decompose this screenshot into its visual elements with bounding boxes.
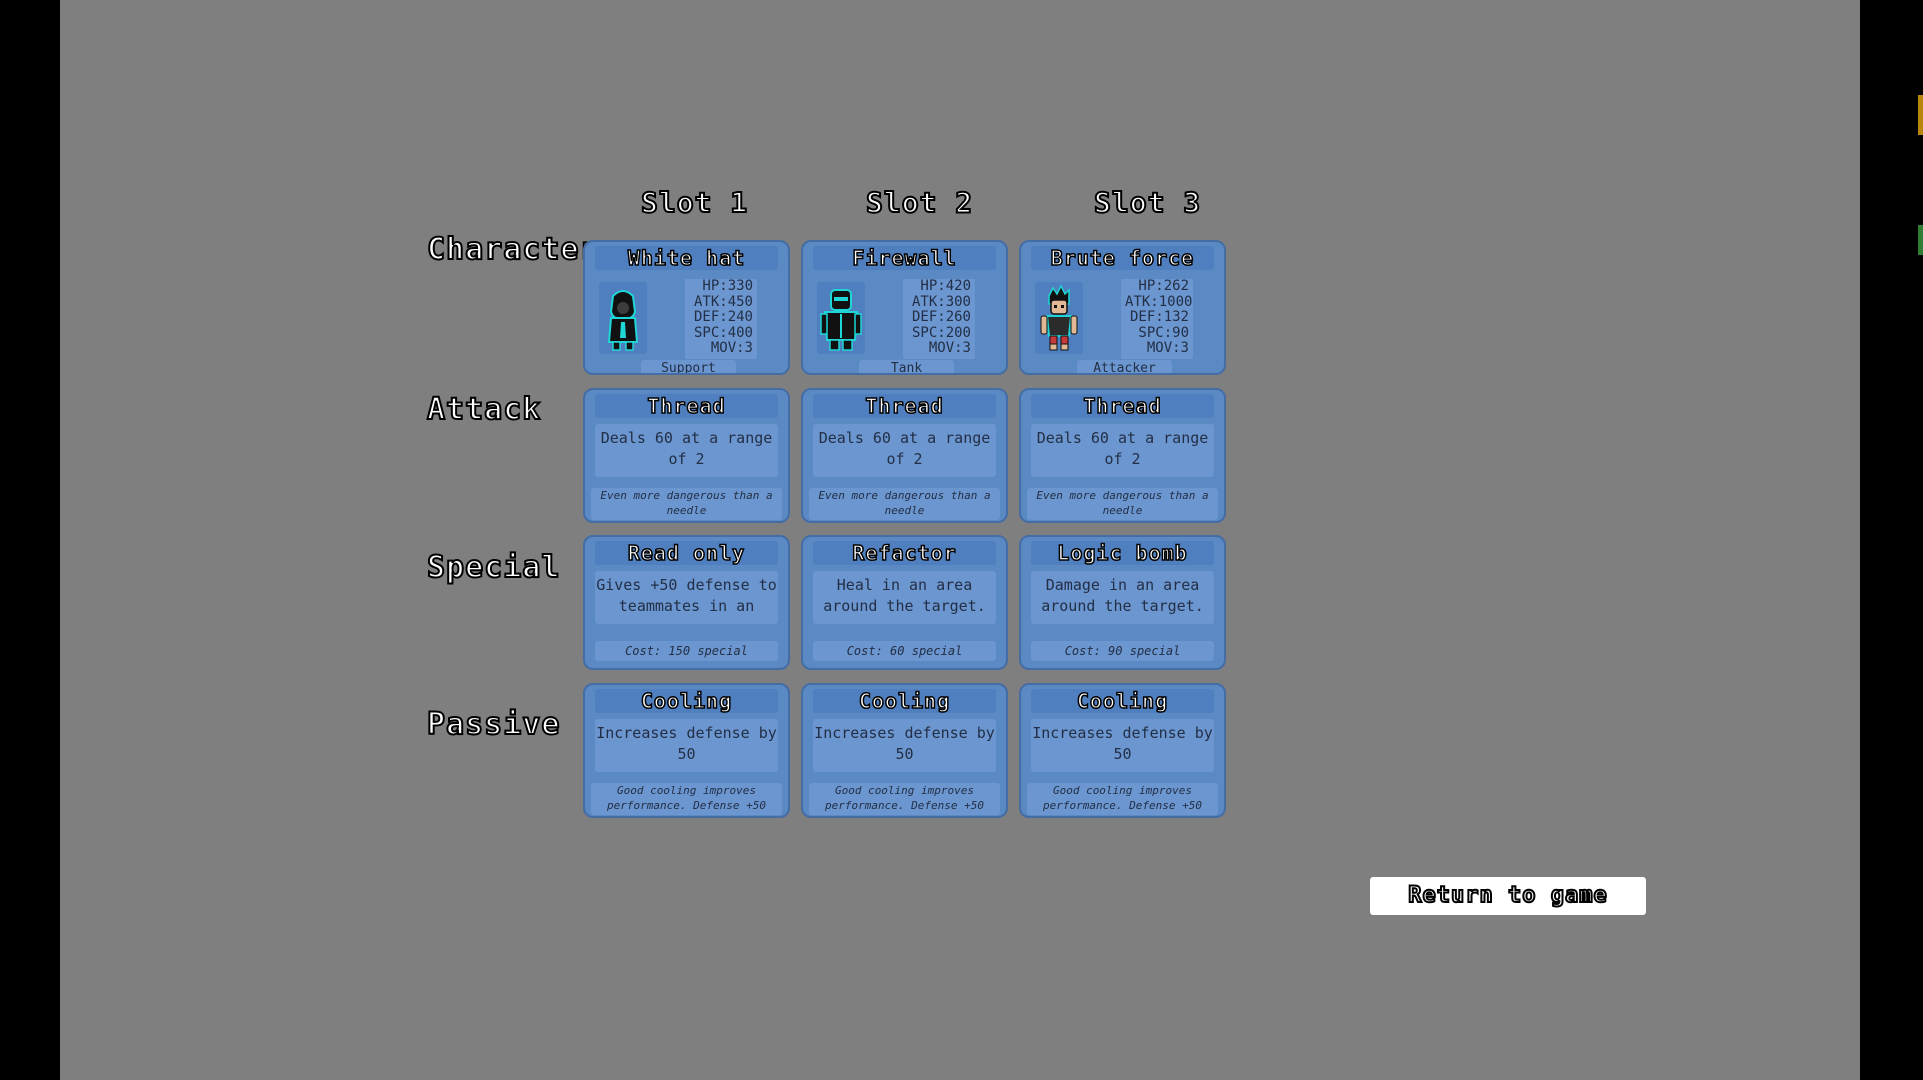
passive-flavor-text: Good cooling improves performance. Defen… <box>809 783 1000 815</box>
passive-card-slot-3[interactable]: Cooling Increases defense by 50 Good coo… <box>1019 683 1226 818</box>
passive-name: Cooling <box>813 688 996 714</box>
row-label-passive: Passive <box>426 706 561 743</box>
special-name: Logic bomb <box>1031 540 1214 566</box>
slot-1-header: Slot 1 <box>640 185 749 220</box>
character-stats: HP:330 ATK:450 DEF:240 SPC:400 MOV:3 <box>685 278 757 359</box>
stat-atk: ATK:1000 <box>1125 293 1193 310</box>
attack-name: Thread <box>1031 393 1214 419</box>
hooded-hacker-icon <box>599 282 647 354</box>
attack-description: Deals 60 at a range of 2 <box>595 424 778 477</box>
passive-card-slot-2[interactable]: Cooling Increases defense by 50 Good coo… <box>801 683 1008 818</box>
special-cost: Cost: 90 special <box>1031 641 1214 661</box>
stat-hp: HP:262 <box>1138 278 1189 294</box>
loadout-screen: Slot 1 Slot 2 Slot 3 Character Attack Sp… <box>60 0 1860 1080</box>
slot-2-header: Slot 2 <box>865 185 974 220</box>
attack-name: Thread <box>595 393 778 419</box>
stat-def: DEF:240 <box>693 309 753 326</box>
slot-3-header: Slot 3 <box>1093 185 1202 220</box>
character-role: Tank <box>859 360 954 373</box>
special-description: Damage in an area around the target. <box>1031 571 1214 624</box>
stat-def: DEF:260 <box>911 309 971 326</box>
passive-description: Increases defense by 50 <box>595 719 778 772</box>
stat-atk: ATK:300 <box>911 293 971 310</box>
attack-card-slot-2[interactable]: Thread Deals 60 at a range of 2 Even mor… <box>801 388 1008 523</box>
armored-tank-icon <box>817 282 865 354</box>
passive-name: Cooling <box>595 688 778 714</box>
character-name: Brute force <box>1031 245 1214 271</box>
character-role: Support <box>641 360 736 373</box>
stat-spc: SPC:200 <box>911 324 971 341</box>
stat-def: DEF:132 <box>1129 309 1189 326</box>
return-to-game-button[interactable]: Return to game <box>1370 877 1646 915</box>
stat-mov: MOV:3 <box>1146 340 1189 357</box>
special-description: Gives +50 defense to teammates in an <box>595 571 778 624</box>
special-cost: Cost: 60 special <box>813 641 996 661</box>
special-card-slot-2[interactable]: Refactor Heal in an area around the targ… <box>801 535 1008 670</box>
attack-flavor-text: Even more dangerous than a needle <box>591 488 782 520</box>
stat-mov: MOV:3 <box>710 340 753 357</box>
character-stats: HP:262 ATK:1000 DEF:132 SPC:90 MOV:3 <box>1121 278 1193 359</box>
attack-name: Thread <box>813 393 996 419</box>
stat-hp: HP:420 <box>920 278 971 294</box>
stat-hp: HP:330 <box>702 278 753 294</box>
attack-card-slot-3[interactable]: Thread Deals 60 at a range of 2 Even mor… <box>1019 388 1226 523</box>
special-cost: Cost: 150 special <box>595 641 778 661</box>
attack-flavor-text: Even more dangerous than a needle <box>1027 488 1218 520</box>
character-card-slot-1[interactable]: White hat HP:330 ATK:450 DEF:240 SPC:400… <box>583 240 790 375</box>
stat-atk: ATK:450 <box>693 293 753 310</box>
passive-description: Increases defense by 50 <box>1031 719 1214 772</box>
character-role: Attacker <box>1077 360 1172 373</box>
character-name: White hat <box>595 245 778 271</box>
row-label-special: Special <box>426 549 561 586</box>
passive-card-slot-1[interactable]: Cooling Increases defense by 50 Good coo… <box>583 683 790 818</box>
attack-flavor-text: Even more dangerous than a needle <box>809 488 1000 520</box>
passive-description: Increases defense by 50 <box>813 719 996 772</box>
special-name: Refactor <box>813 540 996 566</box>
attack-description: Deals 60 at a range of 2 <box>813 424 996 477</box>
row-label-character: Character <box>426 231 599 268</box>
special-card-slot-3[interactable]: Logic bomb Damage in an area around the … <box>1019 535 1226 670</box>
character-name: Firewall <box>813 245 996 271</box>
stat-spc: SPC:400 <box>693 324 753 341</box>
character-card-slot-3[interactable]: Brute force HP:262 ATK:1000 DEF:132 SPC:… <box>1019 240 1226 375</box>
special-name: Read only <box>595 540 778 566</box>
row-label-attack: Attack <box>426 391 542 428</box>
stat-mov: MOV:3 <box>928 340 971 357</box>
special-description: Heal in an area around the target. <box>813 571 996 624</box>
character-stats: HP:420 ATK:300 DEF:260 SPC:200 MOV:3 <box>903 278 975 359</box>
passive-name: Cooling <box>1031 688 1214 714</box>
brawler-icon <box>1035 282 1083 354</box>
passive-flavor-text: Good cooling improves performance. Defen… <box>591 783 782 815</box>
passive-flavor-text: Good cooling improves performance. Defen… <box>1027 783 1218 815</box>
character-card-slot-2[interactable]: Firewall HP:420 ATK:300 DEF:260 SPC:200 … <box>801 240 1008 375</box>
attack-card-slot-1[interactable]: Thread Deals 60 at a range of 2 Even mor… <box>583 388 790 523</box>
edge-accent <box>1918 95 1923 135</box>
stat-spc: SPC:90 <box>1138 324 1189 341</box>
edge-accent <box>1918 225 1923 255</box>
special-card-slot-1[interactable]: Read only Gives +50 defense to teammates… <box>583 535 790 670</box>
attack-description: Deals 60 at a range of 2 <box>1031 424 1214 477</box>
